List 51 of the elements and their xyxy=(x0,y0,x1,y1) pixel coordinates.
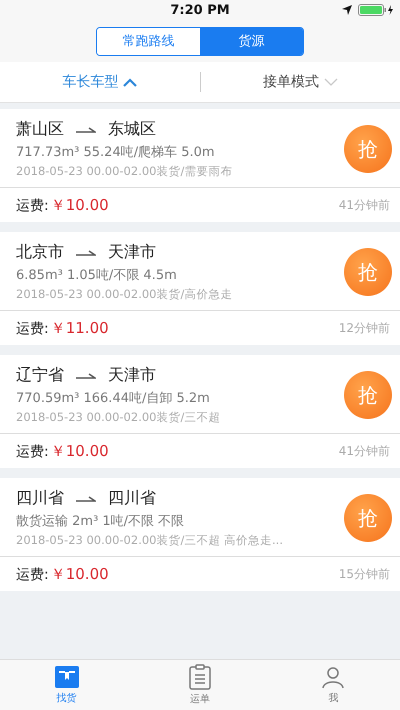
fee-amount: ￥11.00 xyxy=(50,318,109,336)
segment-tab[interactable]: 货源 xyxy=(200,28,303,54)
grab-button[interactable]: 抢 xyxy=(344,371,392,419)
loading-details: 2018-05-23 00.00-02.00装货/三不超 高价急走... xyxy=(16,533,284,548)
loading-details: 2018-05-23 00.00-02.00装货/三不超 xyxy=(16,410,222,425)
chevron-up-icon xyxy=(123,78,138,86)
order-card[interactable]: 北京市 天津市 6.85m³ 1.05吨/不限 4.5m 2018-05-23 00.00-02.00装货/高价急走 抢 运费:￥11.00 12分钟前 xyxy=(0,232,400,345)
tab-bar-item[interactable]: 运单 xyxy=(133,660,267,710)
filter-dropdown[interactable]: 车长车型 xyxy=(0,73,200,91)
origin-text: 萧山区 xyxy=(16,119,64,140)
fee-amount: ￥10.00 xyxy=(50,442,109,460)
cargo-specs: 6.85m³ 1.05吨/不限 4.5m xyxy=(16,267,178,284)
destination-text: 四川省 xyxy=(108,488,156,509)
fee-label: 运费: xyxy=(16,566,49,582)
origin-text: 四川省 xyxy=(16,488,64,509)
destination-text: 天津市 xyxy=(108,365,156,386)
grab-button[interactable]: 抢 xyxy=(344,125,392,173)
cargo-specs: 770.59m³ 166.44吨/自卸 5.2m xyxy=(16,390,211,407)
tab-bar-item[interactable]: 找货 xyxy=(0,660,134,710)
location-icon xyxy=(342,5,352,15)
person-icon xyxy=(321,665,346,689)
status-time: 7:20 PM xyxy=(170,2,230,18)
posted-time: 12分钟前 xyxy=(338,320,390,336)
fee-amount: ￥10.00 xyxy=(50,196,109,214)
order-card[interactable]: 萧山区 东城区 717.73m³ 55.24吨/爬梯车 5.0m 2018-05-23 00.00-02.00装货/需要雨布 抢 运费:￥10.00 41分钟前 xyxy=(0,109,400,222)
fee-amount: ￥10.00 xyxy=(50,564,109,582)
grab-button[interactable]: 抢 xyxy=(344,494,392,542)
loading-details: 2018-05-23 00.00-02.00装货/需要雨布 xyxy=(16,164,234,179)
posted-time: 15分钟前 xyxy=(338,566,390,582)
fee-label: 运费: xyxy=(16,320,49,336)
loading-details: 2018-05-23 00.00-02.00装货/高价急走 xyxy=(16,287,234,302)
chevron-down-icon xyxy=(324,78,338,86)
origin-text: 辽宁省 xyxy=(16,365,64,386)
destination-text: 天津市 xyxy=(108,242,156,263)
posted-time: 41分钟前 xyxy=(338,196,390,214)
fee-label: 运费: xyxy=(16,444,49,460)
clipboard-icon xyxy=(188,664,211,690)
order-card[interactable]: 辽宁省 天津市 770.59m³ 166.44吨/自卸 5.2m 2018-05-23 00.00-02.00装货/三不超 抢 运费:￥10.00 41分钟前 xyxy=(0,355,400,468)
grab-button[interactable]: 抢 xyxy=(344,248,392,296)
fee-label: 运费: xyxy=(16,198,49,214)
tab-bar-item[interactable]: 我 xyxy=(266,660,400,710)
origin-text: 北京市 xyxy=(16,242,64,263)
cargo-specs: 717.73m³ 55.24吨/爬梯车 5.0m xyxy=(16,144,216,161)
battery-icon xyxy=(358,4,394,16)
destination-text: 东城区 xyxy=(108,119,156,140)
boxes-icon xyxy=(54,665,80,689)
cargo-specs: 散货运输 2m³ 1吨/不限 不限 xyxy=(16,513,186,530)
segment-tab[interactable]: 常跑路线 xyxy=(97,28,200,54)
posted-time: 41分钟前 xyxy=(338,442,390,460)
order-card[interactable]: 四川省 四川省 散货运输 2m³ 1吨/不限 不限 2018-05-23 00.00-02.00装货/三不超 高价急走... 抢 运费:￥10.00 15分钟前 xyxy=(0,478,400,591)
filter-dropdown[interactable]: 接单模式 xyxy=(200,73,400,91)
